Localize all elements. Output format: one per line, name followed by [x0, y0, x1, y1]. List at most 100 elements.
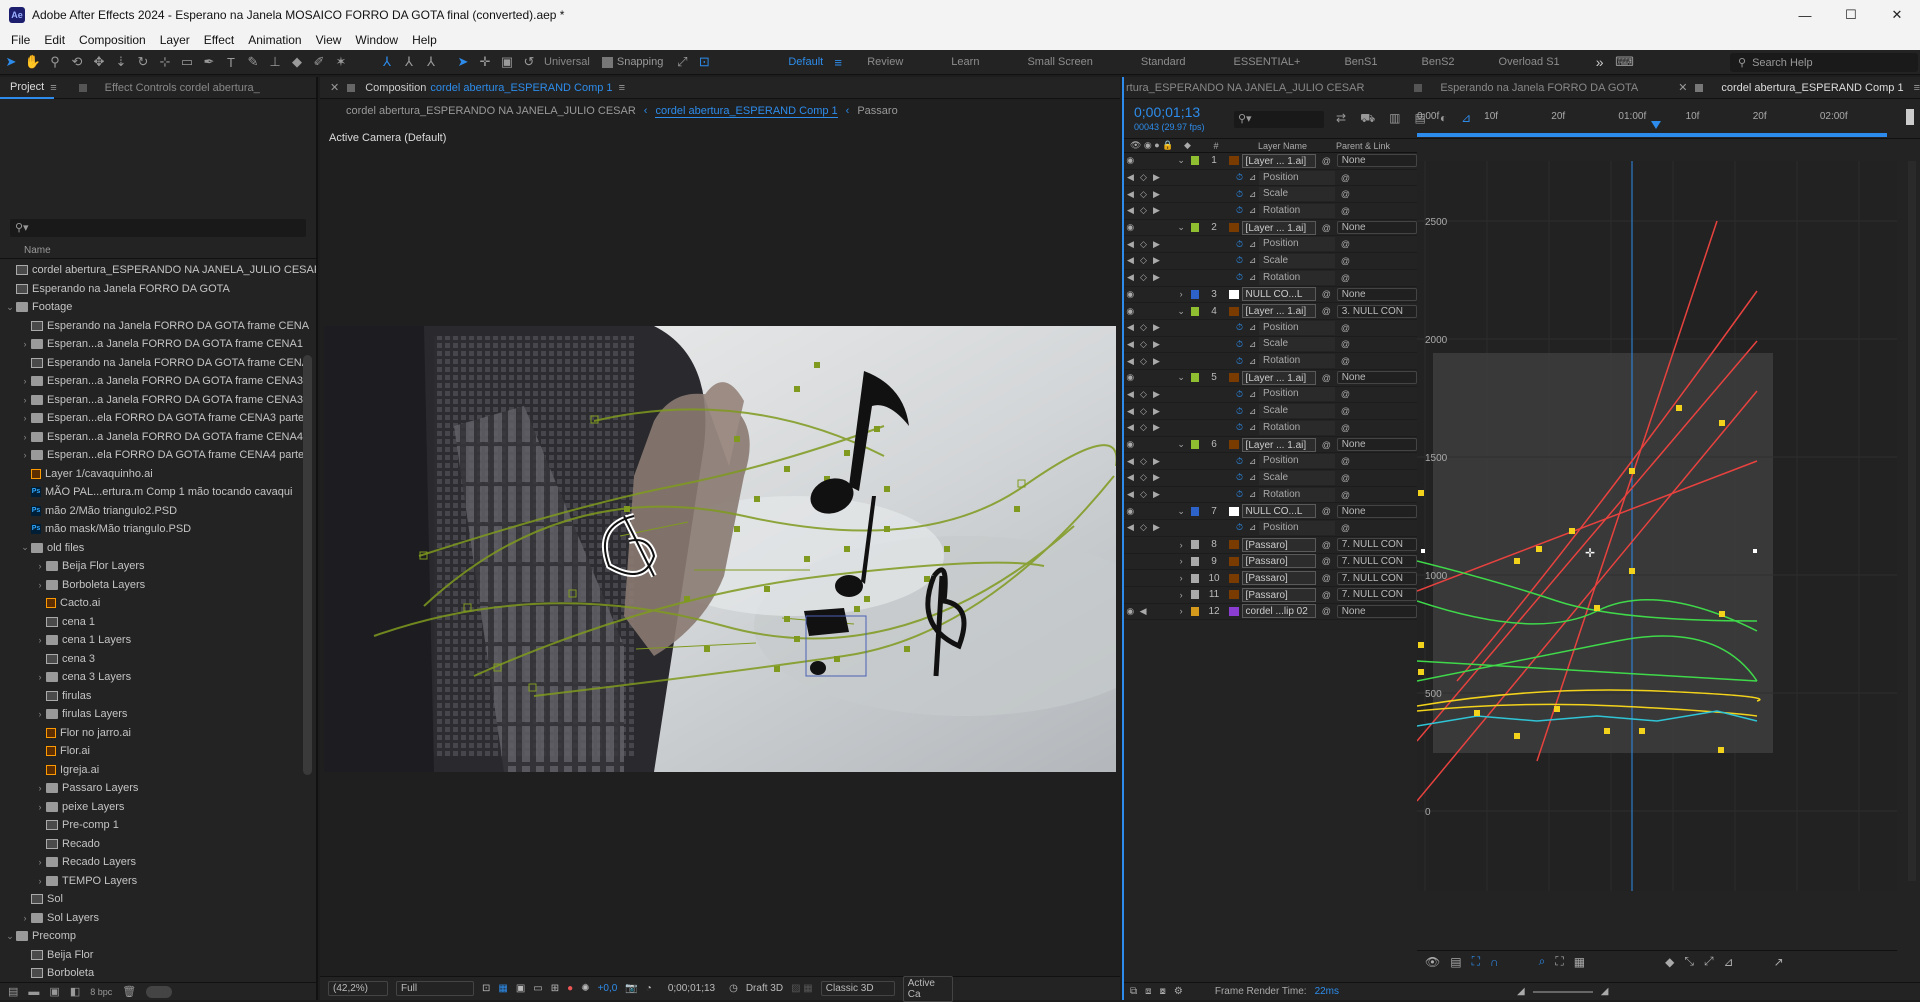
add-keyframe-icon[interactable]: ◇: [1137, 271, 1150, 284]
convert-hold-icon[interactable]: ⤡: [1684, 954, 1694, 969]
layer-name[interactable]: [Passaro]: [1241, 554, 1316, 569]
keyboard-shortcuts-icon[interactable]: ⌨: [1613, 52, 1635, 72]
eye-icon[interactable]: ◉: [1124, 605, 1137, 618]
expand-arrow-icon[interactable]: ›: [1175, 288, 1188, 301]
add-keyframe-icon[interactable]: ◇: [1137, 188, 1150, 201]
lock-switch[interactable]: [1162, 572, 1175, 585]
eye-icon[interactable]: ◉: [1124, 438, 1137, 451]
project-item[interactable]: › Sol Layers: [4, 909, 316, 928]
project-item[interactable]: ⌄ Footage: [4, 298, 316, 317]
project-item[interactable]: › TEMPO Layers: [4, 872, 316, 891]
orbit-tool-icon[interactable]: ⟲: [66, 52, 88, 72]
next-keyframe-icon[interactable]: ▶: [1150, 188, 1163, 201]
project-item[interactable]: Pre-comp 1: [4, 816, 316, 835]
project-item[interactable]: › Recado Layers: [4, 853, 316, 872]
graph-include-icon[interactable]: ⊿: [1246, 321, 1259, 334]
workspace-overload-s1[interactable]: Overload S1: [1473, 56, 1586, 68]
solo-switch[interactable]: [1149, 154, 1162, 167]
graph-include-icon[interactable]: ⊿: [1246, 355, 1259, 368]
property-row[interactable]: ◀ ◇ ▶ ⏱ ⊿ Scale @: [1124, 403, 1417, 420]
collapse-arrow-icon[interactable]: ⌄: [1175, 438, 1188, 451]
property-row[interactable]: ◀ ◇ ▶ ⏱ ⊿ Position @: [1124, 320, 1417, 337]
solo-switch[interactable]: [1149, 438, 1162, 451]
parent-pickwhip-icon[interactable]: @: [1320, 505, 1333, 518]
workspace-more-button[interactable]: »: [1586, 54, 1614, 70]
prev-keyframe-icon[interactable]: ◀: [1124, 521, 1137, 534]
collapse-arrow-icon[interactable]: ⌄: [1175, 505, 1188, 518]
lock-switch[interactable]: [1162, 538, 1175, 551]
project-item[interactable]: › cena 3 Layers: [4, 668, 316, 687]
tab-project[interactable]: Project: [0, 77, 55, 99]
property-row[interactable]: ◀ ◇ ▶ ⏱ ⊿ Rotation @: [1124, 203, 1417, 220]
easy-ease-icon[interactable]: ↗: [1774, 955, 1784, 969]
expand-arrow-icon[interactable]: ›: [1175, 605, 1188, 618]
lock-switch[interactable]: [1162, 438, 1175, 451]
workspace-essential[interactable]: ESSENTIAL+: [1216, 56, 1319, 68]
project-item[interactable]: › cena 1 Layers: [4, 631, 316, 650]
lock-switch[interactable]: [1162, 154, 1175, 167]
layer-row[interactable]: ◉ ◀ › 12 cordel ...lip 02 @ None: [1124, 604, 1417, 621]
color-management-icon[interactable]: ✺: [581, 983, 589, 994]
prev-keyframe-icon[interactable]: ◀: [1124, 321, 1137, 334]
solo-switch[interactable]: [1149, 505, 1162, 518]
solo-switch[interactable]: [1149, 371, 1162, 384]
zoom-dropdown[interactable]: (42,2%): [328, 981, 388, 996]
viewer-canvas[interactable]: [324, 326, 1116, 772]
expression-pickwhip-icon[interactable]: @: [1339, 271, 1352, 284]
lock-switch[interactable]: [1162, 288, 1175, 301]
menu-view[interactable]: View: [309, 33, 349, 47]
stopwatch-icon[interactable]: ⏱: [1233, 488, 1246, 501]
graph-include-icon[interactable]: ⊿: [1246, 171, 1259, 184]
expression-pickwhip-icon[interactable]: @: [1339, 405, 1352, 418]
expression-pickwhip-icon[interactable]: @: [1339, 388, 1352, 401]
zoom-slider[interactable]: [1532, 990, 1593, 993]
graph-include-icon[interactable]: ⊿: [1246, 204, 1259, 217]
panel-menu-icon[interactable]: ≡: [50, 82, 56, 94]
extended-viewer-icon[interactable]: ▨ ▦: [791, 983, 813, 994]
layer-row[interactable]: ◉ ⌄ 4 [Layer ... 1.ai] @3. NULL CON: [1124, 303, 1417, 320]
mask-visibility-icon[interactable]: ▣: [516, 983, 525, 994]
expand-arrow-icon[interactable]: ›: [34, 876, 46, 886]
project-item[interactable]: ⌄ old files: [4, 539, 316, 558]
parent-dropdown[interactable]: 7. NULL CON: [1336, 554, 1417, 568]
panel-menu-icon[interactable]: ≡: [1914, 82, 1920, 94]
parent-pickwhip-icon[interactable]: @: [1320, 588, 1333, 601]
add-keyframe-icon[interactable]: ◇: [1137, 171, 1150, 184]
project-item[interactable]: › Passaro Layers: [4, 779, 316, 798]
stopwatch-icon[interactable]: ⏱: [1233, 405, 1246, 418]
zoom-out-icon[interactable]: ◢: [1517, 986, 1525, 997]
project-item[interactable]: Igreja.ai: [4, 761, 316, 780]
audio-icon[interactable]: [1137, 221, 1150, 234]
audio-icon[interactable]: [1137, 438, 1150, 451]
layer-row[interactable]: › 11 [Passaro] @7. NULL CON: [1124, 587, 1417, 604]
add-keyframe-icon[interactable]: ◇: [1137, 471, 1150, 484]
stopwatch-icon[interactable]: ⏱: [1233, 321, 1246, 334]
project-item[interactable]: cordel abertura_ESPERANDO NA JANELA_JULI…: [4, 261, 316, 280]
expression-pickwhip-icon[interactable]: @: [1339, 421, 1352, 434]
tab-timeline-forro[interactable]: Esperando na Janela FORRO DA GOTA: [1430, 82, 1648, 94]
edit-keyframe-icon[interactable]: ◆: [1665, 955, 1674, 969]
project-item[interactable]: Ps MÃO PAL...ertura.m Comp 1 mão tocando …: [4, 483, 316, 502]
resolution-dropdown[interactable]: Full: [396, 981, 474, 996]
graph-include-icon[interactable]: ⊿: [1246, 521, 1259, 534]
fit-selection-icon[interactable]: ⌕: [1539, 954, 1546, 969]
auto-bezier-icon[interactable]: ⊿: [1724, 955, 1734, 969]
next-keyframe-icon[interactable]: ▶: [1150, 238, 1163, 251]
layer-row[interactable]: ◉ ⌄ 2 [Layer ... 1.ai] @ None: [1124, 220, 1417, 237]
region-of-interest-icon[interactable]: ⊡: [482, 983, 490, 994]
expression-pickwhip-icon[interactable]: @: [1339, 471, 1352, 484]
tab-composition-comp[interactable]: cordel abertura_ESPERAND Comp 1: [430, 82, 612, 94]
project-item[interactable]: › Esperan...a Janela FORRO DA GOTA frame …: [4, 391, 316, 410]
solo-switch[interactable]: [1149, 221, 1162, 234]
label-color-swatch[interactable]: [1190, 440, 1200, 450]
stopwatch-icon[interactable]: ⏱: [1233, 388, 1246, 401]
collapse-arrow-icon[interactable]: ⌄: [1175, 154, 1188, 167]
next-keyframe-icon[interactable]: ▶: [1150, 204, 1163, 217]
parent-pickwhip-icon[interactable]: @: [1320, 555, 1333, 568]
close-tab-icon[interactable]: ✕: [330, 81, 339, 94]
video-off-switch[interactable]: [1124, 572, 1137, 585]
property-row[interactable]: ◀ ◇ ▶ ⏱ ⊿ Rotation @: [1124, 270, 1417, 287]
audio-icon[interactable]: [1137, 288, 1150, 301]
stopwatch-icon[interactable]: ⏱: [1233, 171, 1246, 184]
snapshot-icon[interactable]: 📷: [625, 983, 637, 994]
